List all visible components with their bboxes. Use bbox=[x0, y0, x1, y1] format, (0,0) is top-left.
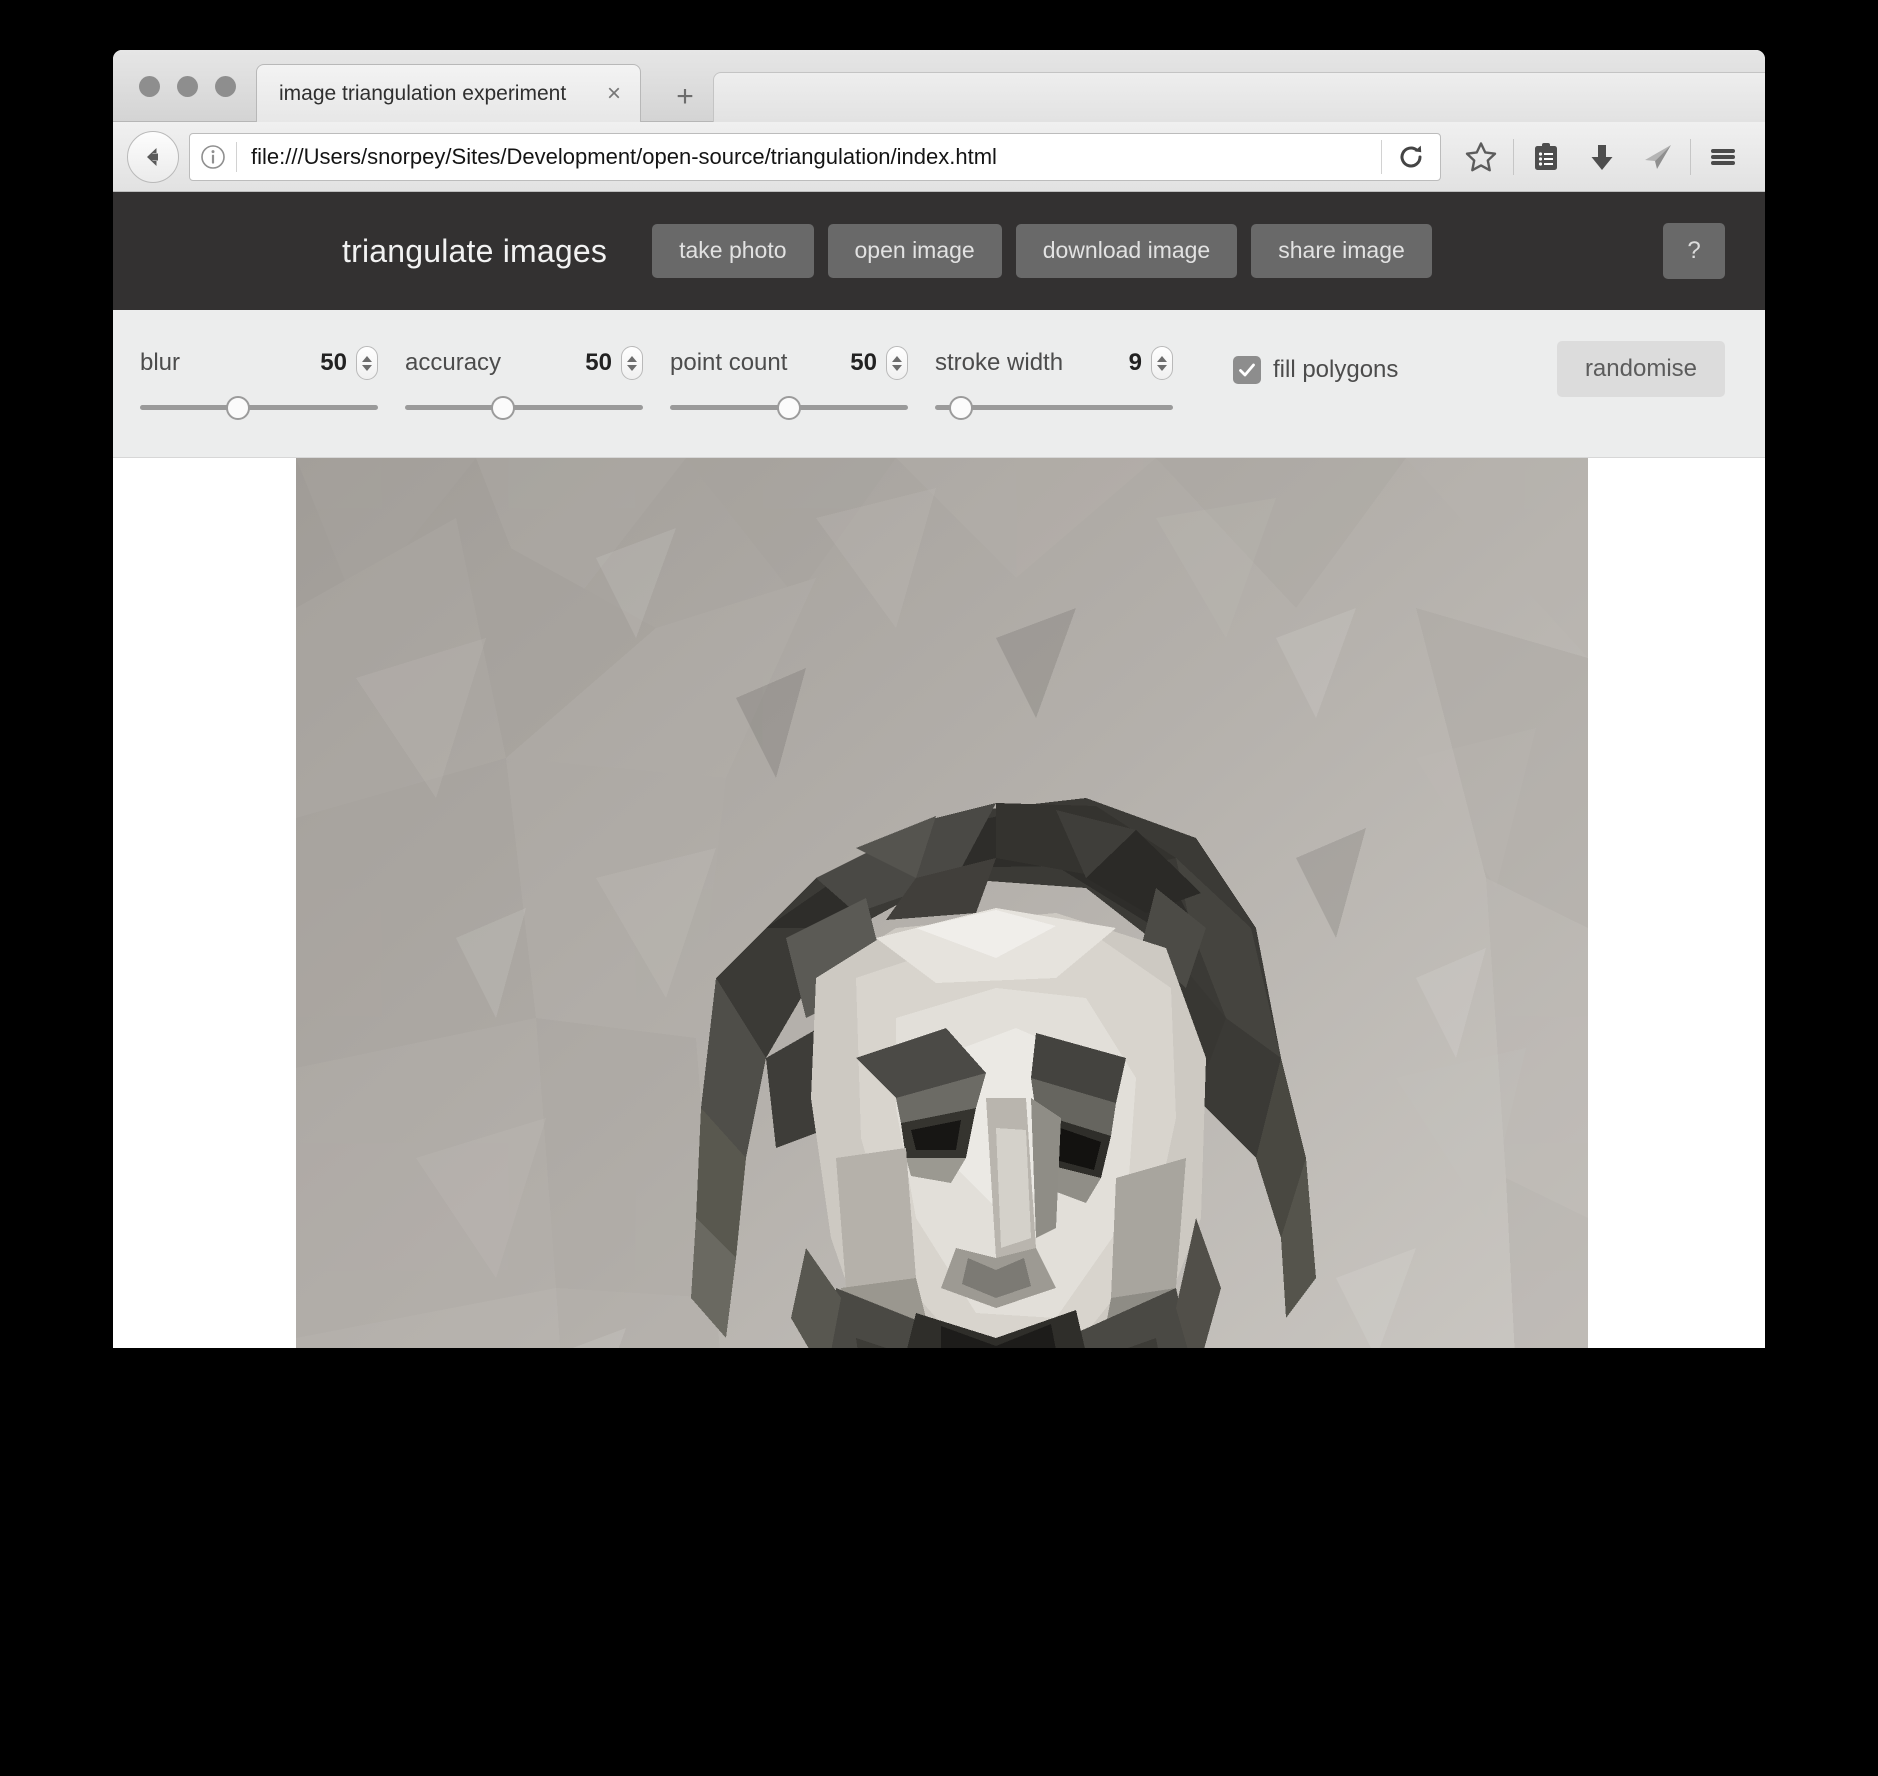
download-icon bbox=[1591, 144, 1613, 170]
image-canvas-area bbox=[113, 458, 1765, 1348]
stroke-width-stepper[interactable] bbox=[1151, 346, 1173, 380]
bookmark-button[interactable] bbox=[1453, 129, 1509, 185]
app-header-buttons: take photo open image download image sha… bbox=[652, 224, 1432, 278]
url-bar[interactable]: file:///Users/snorpey/Sites/Development/… bbox=[189, 132, 1441, 181]
blur-slider[interactable] bbox=[140, 390, 378, 424]
stroke-width-label: stroke width bbox=[935, 349, 1064, 376]
new-tab-button[interactable]: + bbox=[661, 72, 709, 122]
randomise-button[interactable]: randomise bbox=[1556, 341, 1725, 397]
fill-polygons-label: fill polygons bbox=[1273, 356, 1399, 383]
send-icon bbox=[1645, 144, 1671, 169]
download-image-button[interactable]: download image bbox=[1015, 224, 1238, 278]
open-image-button[interactable]: open image bbox=[827, 224, 1002, 278]
reload-icon bbox=[1400, 145, 1422, 167]
share-image-button[interactable]: share image bbox=[1251, 224, 1432, 278]
back-arrow-icon bbox=[147, 147, 158, 166]
accuracy-slider-thumb[interactable] bbox=[490, 396, 515, 420]
blur-slider-track bbox=[140, 405, 378, 410]
minimize-window-button[interactable] bbox=[177, 76, 198, 97]
accuracy-label: accuracy bbox=[405, 349, 502, 376]
screen: image triangulation experiment × + file:… bbox=[0, 0, 1878, 1776]
browser-navigation-toolbar: file:///Users/snorpey/Sites/Development/… bbox=[113, 122, 1765, 192]
controls-panel: blur 50 accuracy 50 point count 50 strok… bbox=[113, 310, 1765, 458]
take-photo-button[interactable]: take photo bbox=[652, 224, 814, 278]
check-icon bbox=[1239, 363, 1255, 377]
browser-window: image triangulation experiment × + file:… bbox=[113, 50, 1765, 1348]
accuracy-stepper[interactable] bbox=[621, 346, 643, 380]
stroke-width-control: stroke width 9 bbox=[935, 346, 1173, 424]
stroke-width-value: 9 bbox=[1128, 349, 1142, 376]
blur-control: blur 50 bbox=[140, 346, 378, 424]
downloads-button[interactable] bbox=[1574, 129, 1630, 185]
fill-polygons-control[interactable]: fill polygons bbox=[1233, 356, 1398, 384]
blur-slider-thumb[interactable] bbox=[225, 396, 250, 420]
site-info-icon[interactable] bbox=[190, 143, 236, 171]
point-count-control: point count 50 bbox=[670, 346, 908, 424]
reading-list-button[interactable] bbox=[1518, 129, 1574, 185]
browser-tab-title: image triangulation experiment bbox=[279, 81, 567, 105]
star-icon bbox=[1465, 141, 1497, 171]
menu-button[interactable] bbox=[1695, 129, 1751, 185]
point-count-value: 50 bbox=[850, 349, 877, 376]
menu-icon bbox=[1711, 148, 1735, 165]
triangulated-image-canvas[interactable] bbox=[296, 458, 1588, 1348]
accuracy-value: 50 bbox=[585, 349, 612, 376]
toolbar-divider-2 bbox=[1690, 138, 1691, 175]
point-count-slider-thumb[interactable] bbox=[777, 396, 801, 420]
point-count-label: point count bbox=[670, 349, 788, 376]
zoom-window-button[interactable] bbox=[215, 76, 236, 97]
help-button[interactable]: ? bbox=[1663, 223, 1725, 279]
blur-label: blur bbox=[140, 349, 181, 376]
window-traffic-lights bbox=[139, 76, 236, 97]
stroke-width-slider[interactable] bbox=[935, 390, 1173, 424]
browser-tab[interactable]: image triangulation experiment × bbox=[256, 64, 641, 122]
accuracy-control: accuracy 50 bbox=[405, 346, 643, 424]
toolbar-divider-1 bbox=[1513, 138, 1514, 175]
app-header: triangulate images take photo open image… bbox=[113, 192, 1765, 310]
stroke-width-slider-thumb[interactable] bbox=[949, 396, 974, 420]
close-window-button[interactable] bbox=[139, 76, 160, 97]
blur-stepper[interactable] bbox=[356, 346, 378, 380]
blur-value: 50 bbox=[320, 349, 347, 376]
app-title: triangulate images bbox=[342, 232, 608, 269]
url-text[interactable]: file:///Users/snorpey/Sites/Development/… bbox=[237, 144, 1381, 170]
reading-list-icon bbox=[1535, 142, 1557, 170]
fill-polygons-checkbox[interactable] bbox=[1233, 356, 1261, 384]
point-count-stepper[interactable] bbox=[886, 346, 908, 380]
accuracy-slider[interactable] bbox=[405, 390, 643, 424]
tab-strip-background bbox=[713, 72, 1765, 122]
browser-tab-strip: image triangulation experiment × + bbox=[113, 50, 1765, 122]
accuracy-slider-track bbox=[405, 405, 643, 410]
send-button[interactable] bbox=[1630, 129, 1686, 185]
close-tab-icon[interactable]: × bbox=[596, 76, 632, 112]
back-button[interactable] bbox=[127, 130, 179, 183]
point-count-slider[interactable] bbox=[670, 390, 908, 424]
reload-button[interactable] bbox=[1382, 142, 1440, 172]
